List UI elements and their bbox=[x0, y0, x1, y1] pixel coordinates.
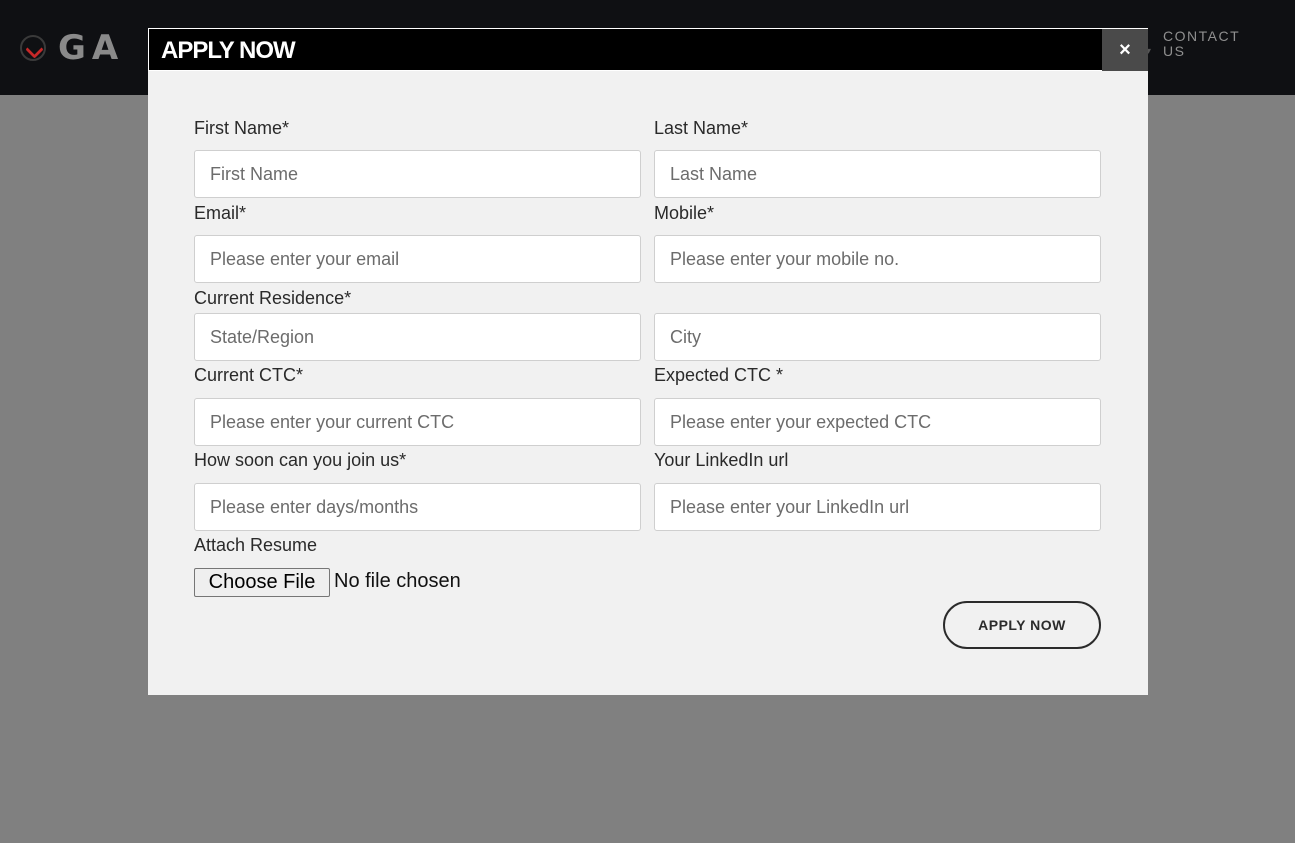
linkedin-label: Your LinkedIn url bbox=[654, 450, 789, 470]
city-input[interactable] bbox=[654, 313, 1101, 361]
first-name-input[interactable] bbox=[194, 150, 641, 198]
logo-text: GA bbox=[58, 28, 125, 68]
expected-ctc-input[interactable] bbox=[654, 398, 1101, 446]
first-name-label: First Name* bbox=[194, 118, 290, 138]
linkedin-input[interactable] bbox=[654, 483, 1101, 531]
close-button[interactable]: × bbox=[1102, 29, 1148, 71]
expected-ctc-label: Expected CTC * bbox=[654, 365, 784, 385]
modal-header: APPLY NOW × bbox=[148, 28, 1148, 71]
email-input[interactable] bbox=[194, 235, 641, 283]
apply-modal: APPLY NOW × First Name* Last Name* Email… bbox=[148, 28, 1148, 695]
modal-title: APPLY NOW bbox=[161, 37, 296, 64]
file-status: No file chosen bbox=[334, 570, 461, 592]
apply-now-button[interactable]: APPLY NOW bbox=[943, 601, 1101, 649]
current-ctc-input[interactable] bbox=[194, 398, 641, 446]
choose-file-button[interactable]: Choose File bbox=[194, 568, 330, 597]
join-input[interactable] bbox=[194, 483, 641, 531]
join-label: How soon can you join us* bbox=[194, 450, 407, 470]
residence-label: Current Residence* bbox=[194, 288, 352, 308]
brand-logo[interactable]: GA bbox=[20, 28, 125, 68]
email-label: Email* bbox=[194, 203, 247, 223]
nav-link-contact[interactable]: CONTACT US bbox=[1163, 29, 1253, 59]
mobile-input[interactable] bbox=[654, 235, 1101, 283]
logo-mark-icon bbox=[20, 35, 46, 61]
current-ctc-label: Current CTC* bbox=[194, 365, 304, 385]
last-name-label: Last Name* bbox=[654, 118, 749, 138]
state-input[interactable] bbox=[194, 313, 641, 361]
last-name-input[interactable] bbox=[654, 150, 1101, 198]
mobile-label: Mobile* bbox=[654, 203, 715, 223]
resume-label: Attach Resume bbox=[194, 535, 318, 555]
